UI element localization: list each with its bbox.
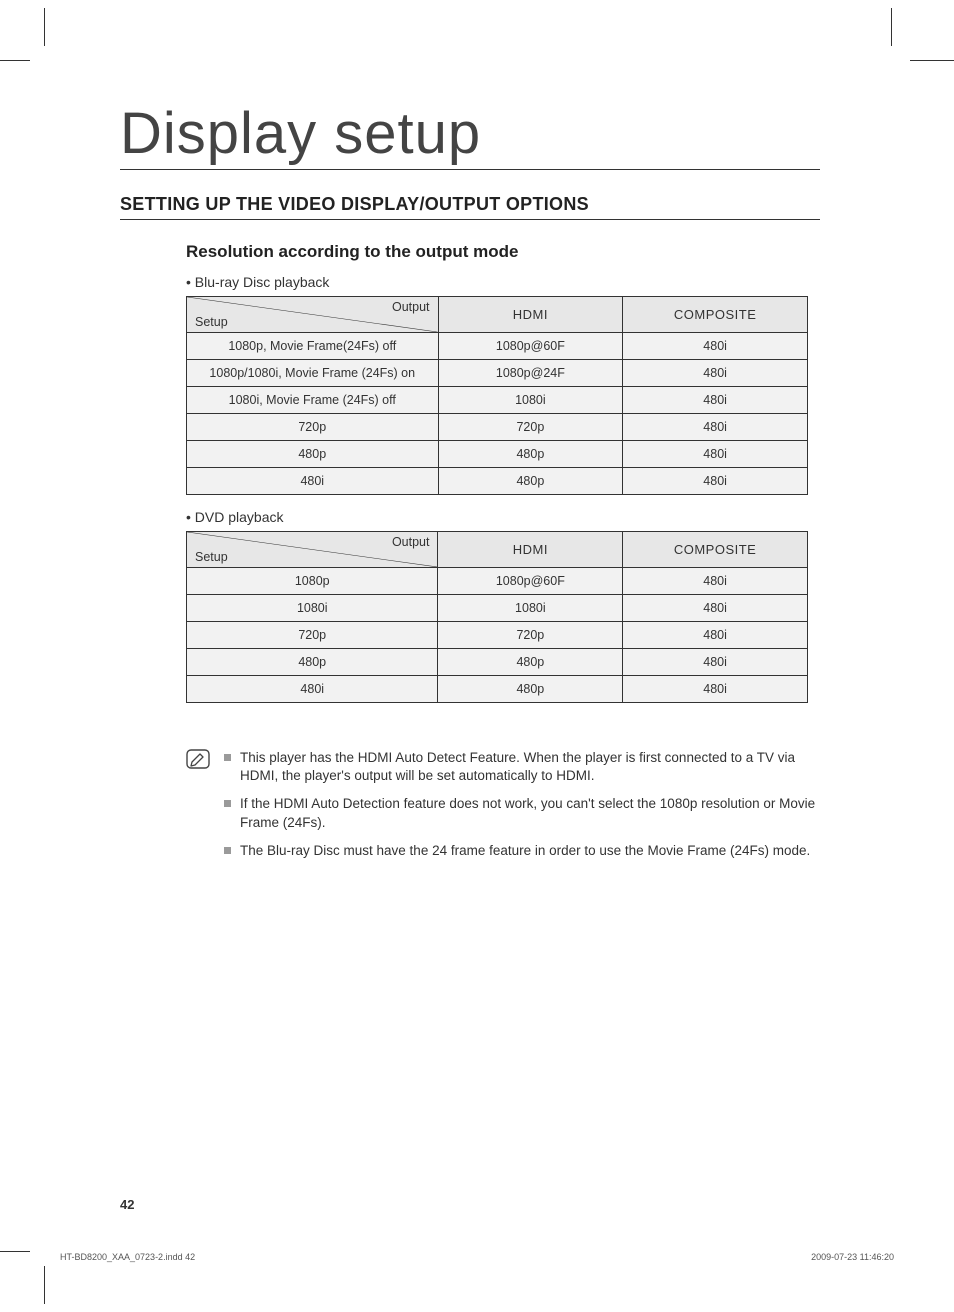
corner-output-label: Output xyxy=(392,300,430,314)
crop-mark xyxy=(0,1251,30,1252)
note-item: This player has the HDMI Auto Detect Fea… xyxy=(224,749,820,785)
col-header: COMPOSITE xyxy=(623,297,808,333)
cell: 480p xyxy=(438,649,623,676)
table-row: 480i480p480i xyxy=(187,468,808,495)
note-text: If the HDMI Auto Detection feature does … xyxy=(240,795,820,831)
table-row: 720p720p480i xyxy=(187,414,808,441)
cell: 480p xyxy=(187,441,439,468)
col-header: HDMI xyxy=(438,297,623,333)
cell: 720p xyxy=(187,414,439,441)
cell: 480i xyxy=(623,387,808,414)
cell: 1080i xyxy=(438,595,623,622)
bullet-icon xyxy=(224,754,231,761)
corner-setup-label: Setup xyxy=(195,315,228,329)
cell: 480i xyxy=(623,649,808,676)
corner-header: Output Setup xyxy=(187,297,439,333)
note-item: If the HDMI Auto Detection feature does … xyxy=(224,795,820,831)
cell: 480i xyxy=(623,676,808,703)
cell: 480i xyxy=(623,333,808,360)
page-title: Display setup xyxy=(120,100,820,170)
table-row: 480p480p480i xyxy=(187,649,808,676)
cell: 480p xyxy=(438,441,623,468)
cell: 480i xyxy=(623,568,808,595)
cell: 720p xyxy=(438,414,623,441)
cell: 480p xyxy=(187,649,438,676)
cell: 1080p@24F xyxy=(438,360,623,387)
bullet-icon xyxy=(224,847,231,854)
table-row: 720p720p480i xyxy=(187,622,808,649)
table-row: 1080p1080p@60F480i xyxy=(187,568,808,595)
cell: 1080p@60F xyxy=(438,333,623,360)
dvd-table: Output Setup HDMI COMPOSITE 1080p1080p@6… xyxy=(186,531,808,703)
table-row: 1080p/1080i, Movie Frame (24Fs) on1080p@… xyxy=(187,360,808,387)
cell: 480i xyxy=(623,622,808,649)
footer-timestamp: 2009-07-23 11:46:20 xyxy=(811,1252,894,1262)
cell: 1080i xyxy=(438,387,623,414)
crop-mark xyxy=(44,1266,45,1304)
col-header: HDMI xyxy=(438,532,623,568)
table-caption: • Blu-ray Disc playback xyxy=(186,274,820,290)
cell: 1080p@60F xyxy=(438,568,623,595)
bullet-icon xyxy=(224,800,231,807)
cell: 1080i xyxy=(187,595,438,622)
cell: 480i xyxy=(187,676,438,703)
cell: 720p xyxy=(187,622,438,649)
footer-filename: HT-BD8200_XAA_0723-2.indd 42 xyxy=(60,1252,195,1262)
col-header: COMPOSITE xyxy=(623,532,808,568)
cell: 1080i, Movie Frame (24Fs) off xyxy=(187,387,439,414)
section-heading: SETTING UP THE VIDEO DISPLAY/OUTPUT OPTI… xyxy=(120,194,820,220)
sub-heading: Resolution according to the output mode xyxy=(186,242,820,262)
cell: 480p xyxy=(438,676,623,703)
cell: 720p xyxy=(438,622,623,649)
crop-mark xyxy=(910,60,954,61)
table-row: 480i480p480i xyxy=(187,676,808,703)
page-number: 42 xyxy=(120,1197,134,1212)
corner-setup-label: Setup xyxy=(195,550,228,564)
note-text: The Blu-ray Disc must have the 24 frame … xyxy=(240,842,810,860)
table-caption: • DVD playback xyxy=(186,509,820,525)
note-text: This player has the HDMI Auto Detect Fea… xyxy=(240,749,820,785)
cell: 1080p/1080i, Movie Frame (24Fs) on xyxy=(187,360,439,387)
note-pencil-icon xyxy=(186,749,210,769)
cell: 480i xyxy=(187,468,439,495)
bluray-table: Output Setup HDMI COMPOSITE 1080p, Movie… xyxy=(186,296,808,495)
cell: 480i xyxy=(623,360,808,387)
note-item: The Blu-ray Disc must have the 24 frame … xyxy=(224,842,820,860)
cell: 1080p, Movie Frame(24Fs) off xyxy=(187,333,439,360)
corner-output-label: Output xyxy=(392,535,430,549)
crop-mark xyxy=(0,60,30,61)
table-row: 480p480p480i xyxy=(187,441,808,468)
table-row: 1080i1080i480i xyxy=(187,595,808,622)
crop-mark xyxy=(891,8,892,46)
cell: 480p xyxy=(438,468,623,495)
cell: 1080p xyxy=(187,568,438,595)
crop-mark xyxy=(44,8,45,46)
note-list: This player has the HDMI Auto Detect Fea… xyxy=(224,749,820,870)
table-row: 1080i, Movie Frame (24Fs) off1080i480i xyxy=(187,387,808,414)
table-row: 1080p, Movie Frame(24Fs) off1080p@60F480… xyxy=(187,333,808,360)
cell: 480i xyxy=(623,468,808,495)
cell: 480i xyxy=(623,595,808,622)
corner-header: Output Setup xyxy=(187,532,438,568)
cell: 480i xyxy=(623,441,808,468)
cell: 480i xyxy=(623,414,808,441)
